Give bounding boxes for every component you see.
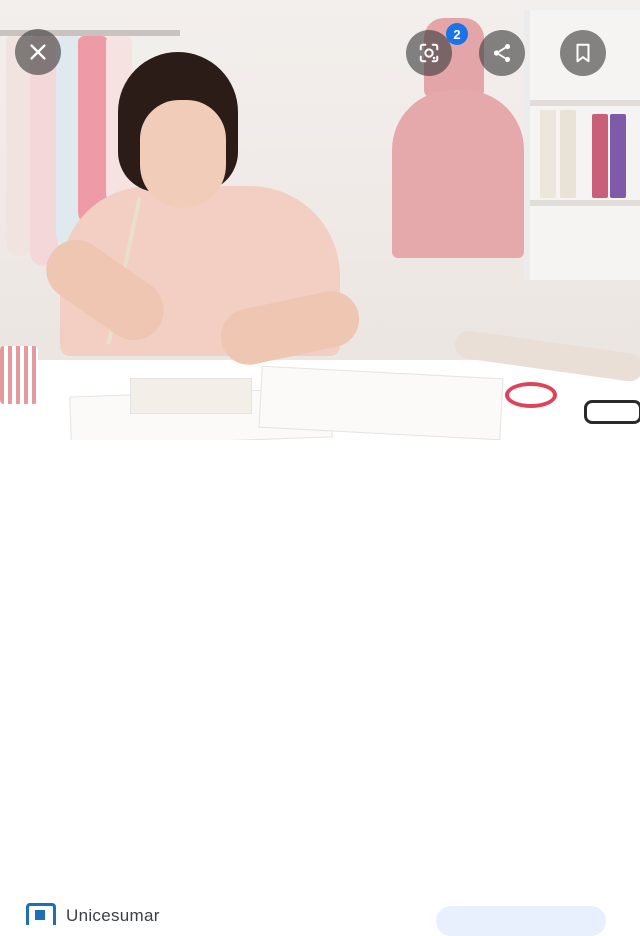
bookmark-icon (576, 43, 590, 63)
lens-count-badge: 2 (446, 23, 468, 45)
close-icon (30, 44, 46, 60)
google-lens-button[interactable] (406, 30, 452, 76)
share-icon (493, 44, 511, 62)
unicesumar-logo (26, 903, 56, 925)
save-button[interactable] (560, 30, 606, 76)
image-viewer[interactable]: 2 (0, 0, 640, 440)
share-button[interactable] (479, 30, 525, 76)
source-footer: Unicesumar (0, 440, 640, 936)
google-lens-icon (419, 43, 439, 63)
source-name[interactable]: Unicesumar (66, 906, 160, 926)
close-button[interactable] (15, 29, 61, 75)
visit-button[interactable] (436, 906, 606, 936)
